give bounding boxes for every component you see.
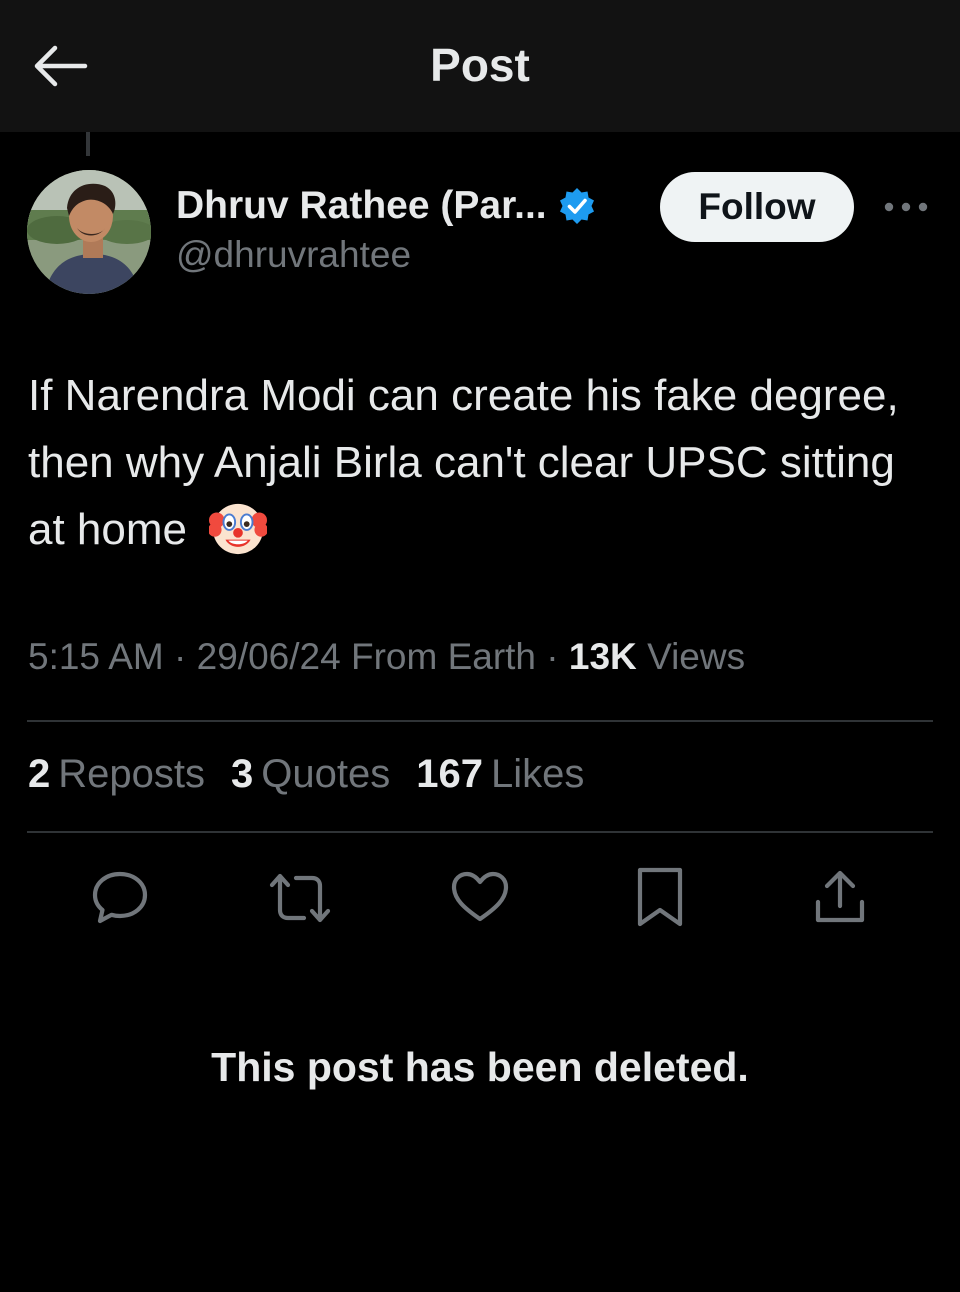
- top-bar: Post: [0, 0, 960, 132]
- quotes-label: Quotes: [261, 752, 391, 796]
- author-name-row[interactable]: Dhruv Rathee (Par...: [176, 180, 597, 232]
- repost-button[interactable]: [268, 866, 332, 930]
- like-button[interactable]: [448, 866, 512, 930]
- more-options-button[interactable]: [880, 192, 932, 222]
- views-label: Views: [647, 636, 746, 677]
- post-metadata: 5:15 AM · 29/06/24 From Earth · 13K View…: [28, 636, 745, 678]
- author-display-name[interactable]: Dhruv Rathee (Par...: [176, 184, 547, 228]
- quotes-stat[interactable]: 3 Quotes: [231, 752, 390, 797]
- post-time: 5:15 AM: [28, 636, 164, 677]
- divider: [27, 720, 933, 722]
- follow-button[interactable]: Follow: [660, 172, 854, 242]
- likes-count: 167: [416, 752, 483, 796]
- divider: [27, 831, 933, 833]
- bookmark-button[interactable]: [628, 866, 692, 930]
- likes-label: Likes: [490, 752, 585, 796]
- verified-badge-icon: [559, 188, 594, 224]
- thread-connector-line: [86, 132, 90, 156]
- like-icon: [451, 871, 509, 922]
- views-count: 13K: [568, 636, 637, 677]
- author-handle[interactable]: @dhruvrahtee: [176, 234, 411, 276]
- avatar[interactable]: [27, 170, 151, 294]
- post-text: If Narendra Modi can create his fake deg…: [28, 362, 928, 563]
- reposts-label: Reposts: [58, 752, 205, 796]
- reply-button[interactable]: [88, 866, 152, 930]
- repost-icon: [269, 873, 331, 923]
- engagement-stats: 2 Reposts 3 Quotes 167 Likes: [28, 752, 584, 797]
- post-location: From Earth: [350, 636, 537, 677]
- post-text-content: If Narendra Modi can create his fake deg…: [28, 371, 899, 554]
- likes-stat[interactable]: 167 Likes: [416, 752, 584, 797]
- quotes-count: 3: [231, 752, 254, 796]
- post-date: 29/06/24: [196, 636, 341, 677]
- clown-face-emoji-icon: [209, 504, 268, 555]
- meta-separator: ·: [174, 636, 187, 677]
- more-dots-icon: [884, 202, 928, 212]
- page-title: Post: [430, 39, 530, 91]
- bookmark-icon: [637, 867, 683, 927]
- reply-icon: [92, 871, 148, 924]
- avatar-image: [27, 170, 151, 294]
- deleted-post-notice: This post has been deleted.: [211, 1044, 749, 1090]
- share-icon: [815, 870, 865, 923]
- meta-separator: ·: [546, 636, 559, 677]
- reposts-stat[interactable]: 2 Reposts: [28, 752, 205, 797]
- reposts-count: 2: [28, 752, 51, 796]
- share-button[interactable]: [808, 866, 872, 930]
